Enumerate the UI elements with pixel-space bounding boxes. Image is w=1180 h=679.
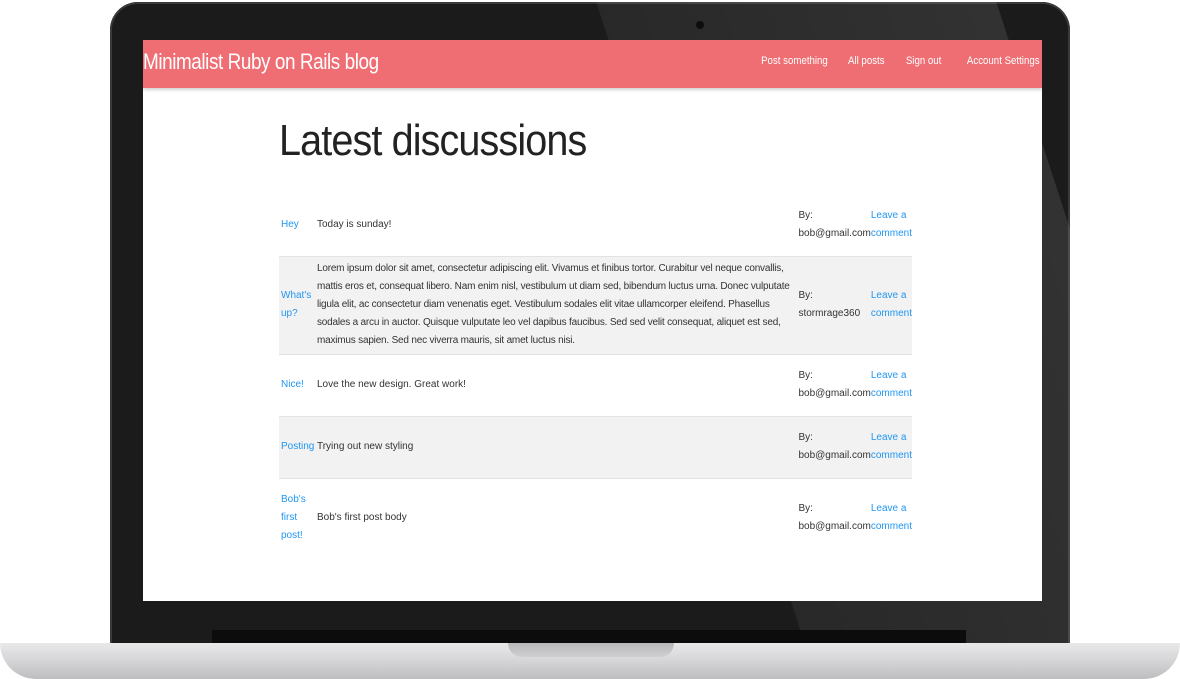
table-row: Bob's first post! Bob's first post body … <box>279 478 912 558</box>
post-title-link[interactable]: What's up? <box>281 290 311 319</box>
post-title-link[interactable]: Bob's first post! <box>281 494 306 541</box>
posts-table: Hey Today is sunday! By: bob@gmail.com Le… <box>279 194 912 558</box>
page-title: Latest discussions <box>279 116 587 165</box>
nav-sign-out[interactable]: Sign out <box>906 55 942 67</box>
table-row: Nice! Love the new design. Great work! B… <box>279 354 912 416</box>
by-label: By: <box>798 503 813 515</box>
by-label: By: <box>798 290 813 301</box>
nav-all-posts[interactable]: All posts <box>848 55 885 67</box>
nav-post-something[interactable]: Post something <box>761 55 828 67</box>
post-body: Today is sunday! <box>316 218 392 230</box>
leave-comment-link[interactable]: Leave a comment <box>871 290 912 319</box>
post-author: stormrage360 <box>798 308 861 319</box>
leave-comment-link[interactable]: Leave a comment <box>871 370 912 399</box>
post-author: bob@gmail.com <box>798 521 871 533</box>
post-body: Trying out new styling <box>316 441 414 452</box>
table-row: What's up? Lorem ipsum dolor sit amet, c… <box>279 256 912 354</box>
by-label: By: <box>798 209 813 221</box>
post-author: bob@gmail.com <box>798 388 871 399</box>
table-row: Hey Today is sunday! By: bob@gmail.com Le… <box>279 194 912 256</box>
leave-comment-link[interactable]: Leave a comment <box>871 210 912 239</box>
leave-comment-link[interactable]: Leave a comment <box>871 432 912 461</box>
post-body: Bob's first post body <box>316 512 407 524</box>
post-author: bob@gmail.com <box>798 450 871 461</box>
browser-viewport: Minimalist Ruby on Rails blog Post somet… <box>143 40 1042 601</box>
brand-logo-link[interactable]: Minimalist Ruby on Rails blog <box>143 49 379 75</box>
nav-links: Post something All posts Sign out Accoun… <box>736 55 1040 67</box>
by-label: By: <box>798 432 813 443</box>
nav-account-settings[interactable]: Account Settings <box>967 55 1040 67</box>
by-label: By: <box>798 370 813 381</box>
post-title-link[interactable]: Posting <box>281 441 314 452</box>
post-title-link[interactable]: Nice! <box>281 379 304 390</box>
laptop-base-notch <box>508 643 674 657</box>
leave-comment-link[interactable]: Leave a comment <box>871 503 912 532</box>
post-author: bob@gmail.com <box>798 227 871 239</box>
table-row: Posting Trying out new styling By: bob@gm… <box>279 416 912 478</box>
post-body: Lorem ipsum dolor sit amet, consectetur … <box>316 263 790 346</box>
post-body: Love the new design. Great work! <box>316 379 466 390</box>
camera-icon <box>696 21 704 29</box>
navbar: Minimalist Ruby on Rails blog Post somet… <box>143 40 1042 88</box>
post-title-link[interactable]: Hey <box>281 219 299 230</box>
